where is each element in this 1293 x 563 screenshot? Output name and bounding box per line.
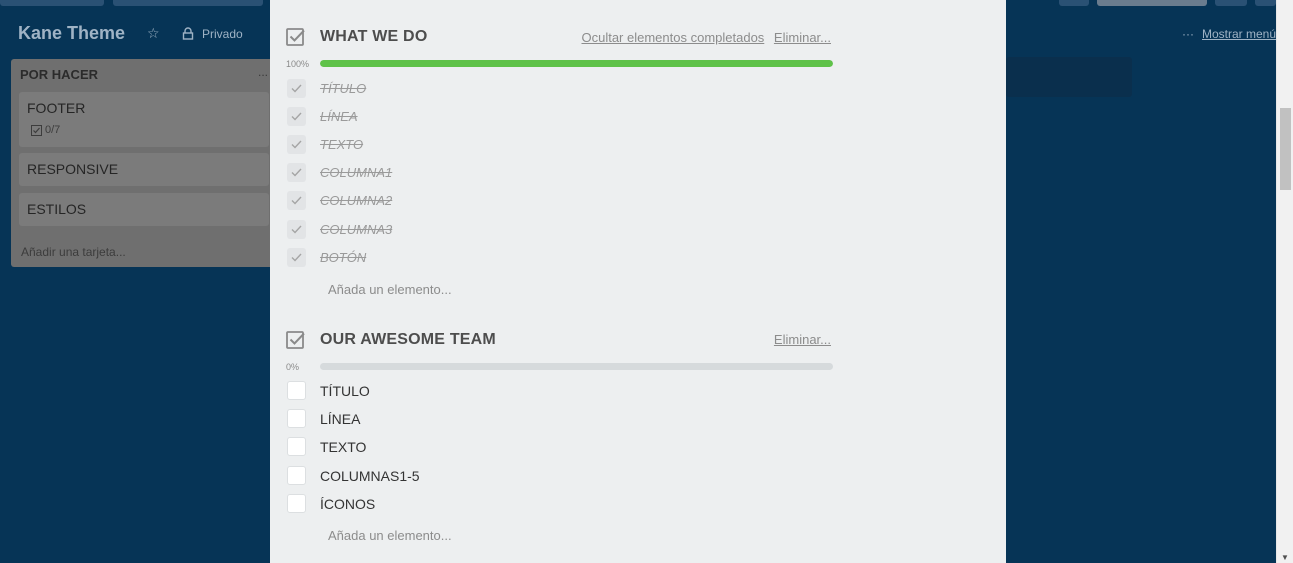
list-placeholder	[1006, 57, 1132, 97]
checklist-actions: Ocultar elementos completados Eliminar..…	[575, 30, 831, 45]
check-icon	[291, 253, 302, 262]
star-icon[interactable]: ☆	[147, 26, 160, 40]
checkbox-checked[interactable]	[287, 79, 306, 98]
list-menu-icon[interactable]: ...	[258, 65, 268, 79]
delete-checklist-link[interactable]: Eliminar...	[774, 332, 831, 347]
card-footer[interactable]: FOOTER 0/7	[19, 92, 269, 147]
checklist-badge-count: 0/7	[45, 124, 61, 136]
card-title: FOOTER	[27, 100, 86, 116]
checklist-item[interactable]: TÍTULO	[287, 79, 366, 98]
header-button[interactable]	[1097, 0, 1207, 6]
checklist-item-label: LÍNEA	[320, 109, 358, 124]
checklist-badge: 0/7	[31, 124, 60, 136]
check-icon	[291, 225, 302, 234]
list-title[interactable]: POR HACER	[20, 67, 98, 82]
checklist-header: WHAT WE DO	[286, 27, 427, 47]
checklist-item-label: TEXTO	[320, 438, 367, 455]
checkbox-unchecked[interactable]	[287, 381, 306, 400]
checklist-item[interactable]: TEXTO	[287, 437, 366, 456]
add-item-link[interactable]: Añada un elemento...	[328, 528, 452, 543]
card-detail-modal: WHAT WE DO Ocultar elementos completados…	[270, 0, 1006, 563]
add-card-link[interactable]: Añadir una tarjeta...	[21, 245, 126, 259]
delete-checklist-link[interactable]: Eliminar...	[774, 30, 831, 45]
checklist-icon	[31, 124, 42, 136]
show-menu-label: Mostrar menú	[1202, 27, 1277, 41]
scrollbar-thumb[interactable]	[1280, 108, 1291, 190]
checklist-item-label: TÍTULO	[320, 81, 367, 96]
checkbox-checked[interactable]	[287, 191, 306, 210]
check-icon	[291, 112, 302, 121]
checkbox-unchecked[interactable]	[287, 437, 306, 456]
checklist-item[interactable]: COLUMNAS1-5	[287, 466, 420, 485]
check-icon	[291, 168, 302, 177]
checkbox-checked[interactable]	[287, 107, 306, 126]
checkbox-checked[interactable]	[287, 163, 306, 182]
hide-completed-link[interactable]: Ocultar elementos completados	[581, 30, 764, 45]
card-estilos[interactable]: ESTILOS	[19, 193, 269, 226]
checklist-title[interactable]: OUR AWESOME TEAM	[320, 331, 496, 349]
checklist-header: OUR AWESOME TEAM	[286, 330, 496, 350]
check-icon	[291, 196, 302, 205]
checkbox-unchecked[interactable]	[287, 466, 306, 485]
progress-bar	[320, 363, 833, 370]
header-search[interactable]	[113, 0, 263, 6]
checklist-item-label: TÍTULO	[320, 382, 370, 399]
checkbox-checked[interactable]	[287, 135, 306, 154]
checklist-item[interactable]: COLUMNA3	[287, 220, 392, 239]
more-icon: ···	[1182, 27, 1194, 41]
checklist-title[interactable]: WHAT WE DO	[320, 28, 427, 46]
checklist-item-label: COLUMNAS1-5	[320, 467, 420, 484]
check-icon	[291, 140, 302, 149]
card-title: RESPONSIVE	[27, 161, 119, 177]
show-menu-link[interactable]: ··· Mostrar menú	[1182, 27, 1276, 41]
checklist-item[interactable]: LÍNEA	[287, 107, 358, 126]
checklist-item[interactable]: COLUMNA1	[287, 163, 392, 182]
checklist-item[interactable]: TEXTO	[287, 135, 363, 154]
checklist-item-label: COLUMNA2	[320, 193, 393, 208]
checklist-item[interactable]: LÍNEA	[287, 409, 360, 428]
progress-percent: 0%	[286, 362, 300, 372]
scroll-down-arrow-icon[interactable]: ▼	[1281, 553, 1289, 562]
add-item-link[interactable]: Añada un elemento...	[328, 282, 452, 297]
checklist-actions: Eliminar...	[768, 332, 831, 347]
checklist-item-label: LÍNEA	[320, 410, 361, 427]
header-button[interactable]	[0, 0, 104, 6]
checklist-item-label: ÍCONOS	[320, 495, 376, 512]
checkbox-checked[interactable]	[287, 220, 306, 239]
checkbox-checked[interactable]	[287, 248, 306, 267]
vertical-scrollbar[interactable]: ▼	[1276, 0, 1293, 563]
card-title: ESTILOS	[27, 201, 87, 217]
board-title[interactable]: Kane Theme	[18, 23, 125, 44]
check-icon	[291, 84, 302, 93]
checkbox-unchecked[interactable]	[287, 409, 306, 428]
checklist-icon	[286, 28, 305, 46]
progress-bar	[320, 60, 833, 67]
lock-icon	[182, 27, 194, 40]
progress-bar-fill	[320, 60, 833, 67]
checklist-item-label: TEXTO	[320, 137, 364, 152]
checklist-item-label: COLUMNA3	[320, 222, 393, 237]
checkbox-unchecked[interactable]	[287, 494, 306, 513]
checklist-item-label: COLUMNA1	[320, 165, 393, 180]
privacy-label[interactable]: Privado	[202, 27, 243, 41]
card-responsive[interactable]: RESPONSIVE	[19, 153, 269, 186]
checklist-item[interactable]: ÍCONOS	[287, 494, 375, 513]
checklist-item[interactable]: COLUMNA2	[287, 191, 392, 210]
header-button[interactable]	[1255, 0, 1276, 6]
list-por-hacer: POR HACER ... FOOTER 0/7 RESPONSIVE ESTI…	[11, 59, 276, 267]
header-button[interactable]	[1215, 0, 1247, 6]
checklist-icon	[286, 331, 305, 349]
checklist-item-label: BOTÓN	[320, 250, 367, 265]
progress-percent: 100%	[286, 59, 310, 69]
checklist-item[interactable]: TÍTULO	[287, 381, 370, 400]
checklist-item[interactable]: BOTÓN	[287, 248, 366, 267]
header-button[interactable]	[1059, 0, 1089, 6]
